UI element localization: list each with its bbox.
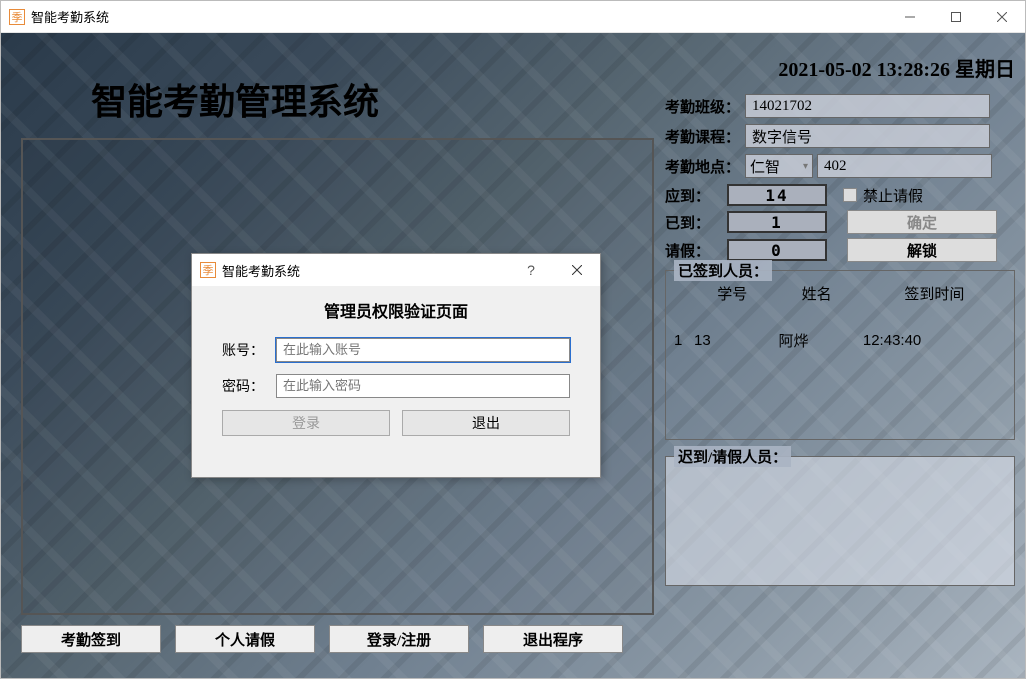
expected-label: 应到： xyxy=(665,185,727,206)
leave-label: 请假： xyxy=(665,240,727,261)
window-title: 智能考勤系统 xyxy=(31,7,109,26)
app-icon: 季 xyxy=(9,9,25,25)
building-select[interactable]: 仁智 xyxy=(745,154,813,178)
password-input[interactable] xyxy=(276,374,570,398)
password-label: 密码： xyxy=(222,376,276,396)
class-label: 考勤班级： xyxy=(665,96,745,117)
dialog-title: 智能考勤系统 xyxy=(222,261,300,280)
dialog-titlebar: 季 智能考勤系统 ? xyxy=(192,254,600,286)
signed-in-title: 已签到人员： xyxy=(674,260,772,281)
maximize-button[interactable] xyxy=(933,1,979,33)
body-area: 智能考勤管理系统 考勤签到 个人请假 登录/注册 退出程序 2021-05-02… xyxy=(1,33,1025,678)
table-header-time: 签到时间 xyxy=(859,275,1010,312)
login-register-button[interactable]: 登录/注册 xyxy=(329,625,469,653)
course-row: 考勤课程： 数字信号 xyxy=(665,124,1015,148)
dialog-heading: 管理员权限验证页面 xyxy=(192,298,600,322)
close-button[interactable] xyxy=(979,1,1025,33)
class-input[interactable]: 14021702 xyxy=(745,94,990,118)
account-input[interactable] xyxy=(276,338,570,362)
password-field: 密码： xyxy=(222,374,570,398)
checkbox-box-icon xyxy=(843,188,857,202)
titlebar: 季 智能考勤系统 xyxy=(1,1,1025,33)
arrived-label: 已到： xyxy=(665,212,727,233)
course-input[interactable]: 数字信号 xyxy=(745,124,990,148)
login-dialog: 季 智能考勤系统 ? 管理员权限验证页面 账号： 密码： xyxy=(191,253,601,478)
dialog-titlebar-left: 季 智能考勤系统 xyxy=(200,261,300,280)
forbid-leave-label: 禁止请假 xyxy=(863,185,923,206)
datetime-label: 2021-05-02 13:28:26 星期日 xyxy=(665,53,1015,82)
leave-lcd: 0 xyxy=(727,239,827,261)
expected-lcd: 14 xyxy=(727,184,827,206)
location-row: 考勤地点： 仁智 402 xyxy=(665,154,1015,178)
cell-idx: 1 xyxy=(670,312,690,369)
personal-leave-button[interactable]: 个人请假 xyxy=(175,625,315,653)
signed-in-table: 学号 姓名 签到时间 1 13 阿烨 12:43:40 xyxy=(670,275,1010,369)
late-leave-group: 迟到/请假人员： xyxy=(665,456,1015,586)
cell-sid: 13 xyxy=(690,312,774,369)
right-panel: 2021-05-02 13:28:26 星期日 考勤班级： 14021702 考… xyxy=(665,53,1015,586)
dialog-exit-button[interactable]: 退出 xyxy=(402,410,570,436)
dialog-help-button[interactable]: ? xyxy=(508,254,554,286)
dialog-close-button[interactable] xyxy=(554,254,600,286)
cell-time: 12:43:40 xyxy=(859,312,1010,369)
late-leave-title: 迟到/请假人员： xyxy=(674,446,791,467)
window-controls xyxy=(887,1,1025,33)
forbid-leave-checkbox[interactable]: 禁止请假 xyxy=(843,185,923,206)
confirm-button[interactable]: 确定 xyxy=(847,210,997,234)
table-row[interactable]: 1 13 阿烨 12:43:40 xyxy=(670,312,1010,369)
table-header-name: 姓名 xyxy=(774,275,858,312)
minimize-button[interactable] xyxy=(887,1,933,33)
arrived-lcd: 1 xyxy=(727,211,827,233)
leave-row: 请假： 0 解锁 xyxy=(665,238,1015,262)
expected-row: 应到： 14 禁止请假 xyxy=(665,184,1015,206)
account-label: 账号： xyxy=(222,340,276,360)
checkin-button[interactable]: 考勤签到 xyxy=(21,625,161,653)
room-input[interactable]: 402 xyxy=(817,154,992,178)
arrived-row: 已到： 1 确定 xyxy=(665,210,1015,234)
signed-in-group: 已签到人员： 学号 姓名 签到时间 1 13 xyxy=(665,270,1015,440)
dialog-buttons: 登录 退出 xyxy=(222,410,570,436)
course-label: 考勤课程： xyxy=(665,126,745,147)
location-label: 考勤地点： xyxy=(665,156,745,177)
dialog-window-controls: ? xyxy=(508,254,600,286)
main-window: 季 智能考勤系统 智能考勤管理系统 考勤签到 个人请假 登录/注册 退出程序 2 xyxy=(0,0,1026,679)
class-row: 考勤班级： 14021702 xyxy=(665,94,1015,118)
dialog-app-icon: 季 xyxy=(200,262,216,278)
titlebar-left: 季 智能考勤系统 xyxy=(9,7,109,26)
dialog-login-button[interactable]: 登录 xyxy=(222,410,390,436)
page-title: 智能考勤管理系统 xyxy=(91,73,379,125)
exit-program-button[interactable]: 退出程序 xyxy=(483,625,623,653)
unlock-button[interactable]: 解锁 xyxy=(847,238,997,262)
account-field: 账号： xyxy=(222,338,570,362)
bottom-bar: 考勤签到 个人请假 登录/注册 退出程序 xyxy=(21,625,623,653)
cell-name: 阿烨 xyxy=(774,312,858,369)
